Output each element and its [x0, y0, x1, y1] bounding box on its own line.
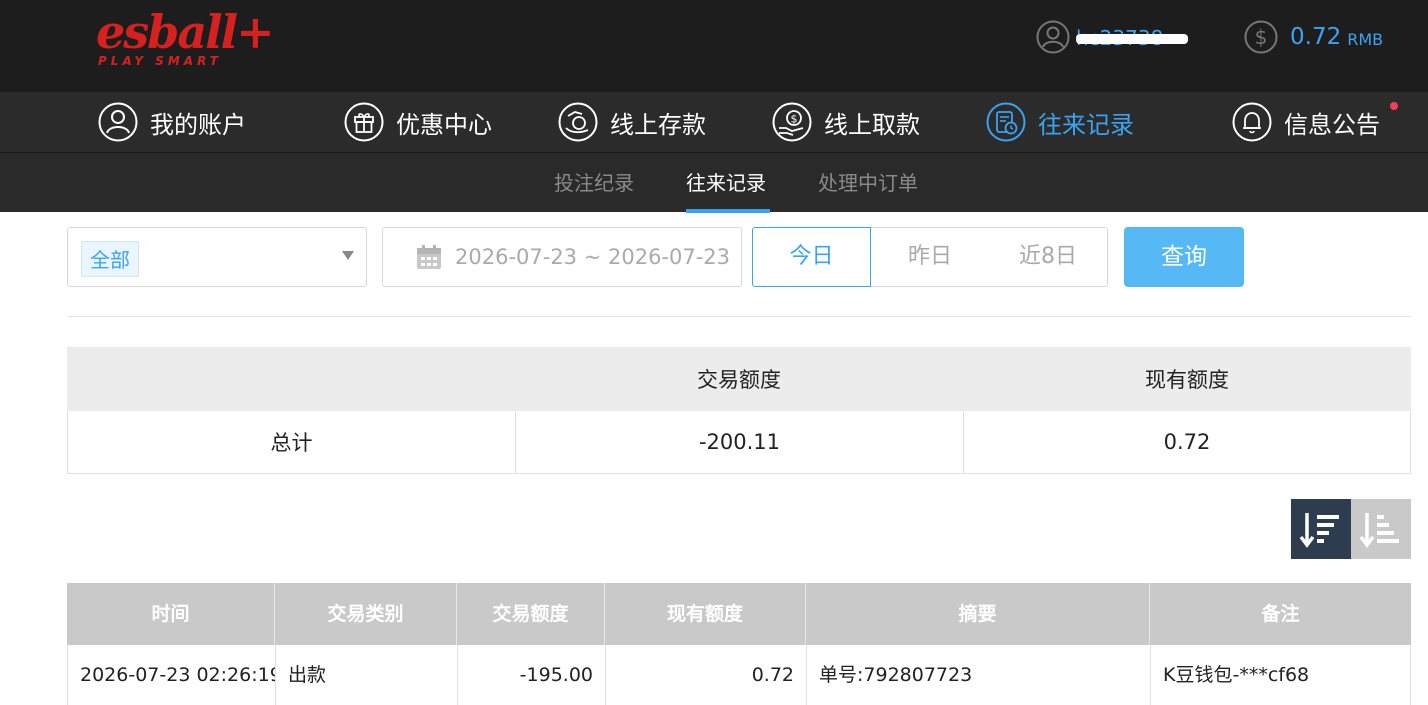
summary-total-label: 总计 — [270, 431, 313, 455]
cell-type: 出款 — [276, 645, 458, 705]
column-header-type: 交易类别 — [275, 583, 457, 645]
sort-ascending-button[interactable] — [1351, 499, 1411, 559]
nav-item-announcements[interactable]: 信息公告 — [1232, 92, 1380, 152]
cell-time: 2026-07-23 02:26:19 — [68, 645, 276, 705]
logo-text: esball+ — [96, 5, 275, 59]
nav-label: 我的账户 — [150, 110, 246, 139]
notification-dot — [1390, 102, 1398, 110]
nav-item-withdraw[interactable]: $ 线上取款 — [772, 92, 920, 152]
calendar-icon — [417, 245, 441, 269]
nav-item-deposit[interactable]: 线上存款 — [558, 92, 706, 152]
summary-header-balance: 现有额度 — [1145, 368, 1229, 392]
cell-balance: 0.72 — [606, 645, 807, 705]
tab-transaction-records[interactable]: 往来记录 — [686, 153, 766, 213]
divider — [67, 316, 1411, 317]
deposit-icon — [558, 102, 598, 142]
record-icon — [986, 102, 1026, 142]
sort-descending-icon — [1299, 513, 1339, 548]
date-range-picker[interactable]: 2026-07-23 ~ 2026-07-23 — [382, 227, 742, 287]
nav-label: 往来记录 — [1038, 110, 1134, 139]
sort-descending-button[interactable] — [1291, 499, 1351, 559]
summary-header: 交易额度 现有额度 — [67, 347, 1411, 411]
balance-currency: RMB — [1347, 29, 1384, 49]
svg-text:$: $ — [1255, 25, 1268, 49]
cell-note: K豆钱包-***cf68 — [1163, 664, 1310, 686]
user-icon — [98, 102, 138, 142]
user-icon — [1036, 20, 1070, 54]
transaction-type-select[interactable]: 全部 — [67, 227, 367, 287]
summary-row: 总计 -200.11 0.72 — [67, 411, 1411, 474]
nav-label: 优惠中心 — [396, 110, 492, 139]
last-8-days-button[interactable]: 近8日 — [989, 227, 1108, 287]
username-redaction — [1076, 34, 1188, 44]
main-nav: 我的账户 优惠中心 线上存款 $ 线上取款 往来记录 信息公告 — [0, 92, 1428, 152]
summary-header-amount: 交易额度 — [697, 368, 781, 392]
search-button[interactable]: 查询 — [1124, 227, 1244, 287]
table-row: 2026-07-23 02:26:19 出款 -195.00 0.72 单号:7… — [67, 645, 1411, 705]
esball-logo[interactable]: esball+ PLAY SMART — [96, 6, 275, 70]
column-header-balance: 现有额度 — [605, 583, 806, 645]
column-header-time: 时间 — [67, 583, 275, 645]
nav-item-records[interactable]: 往来记录 — [986, 92, 1134, 152]
balance-info: $ 0.72 RMB — [1244, 20, 1383, 54]
sub-nav: 投注纪录 往来记录 处理中订单 — [0, 152, 1428, 213]
records-table-header: 时间 交易类别 交易额度 现有额度 摘要 备注 — [67, 583, 1411, 645]
date-range-text: 2026-07-23 ~ 2026-07-23 — [455, 245, 731, 269]
dollar-coin-icon: $ — [1244, 20, 1278, 54]
today-button[interactable]: 今日 — [752, 227, 871, 287]
summary-total-amount: -200.11 — [515, 411, 963, 473]
nav-item-my-account[interactable]: 我的账户 — [98, 92, 246, 152]
nav-label: 信息公告 — [1284, 110, 1380, 139]
tab-bet-records[interactable]: 投注纪录 — [554, 153, 634, 213]
svg-text:$: $ — [791, 113, 798, 126]
withdraw-icon: $ — [772, 102, 812, 142]
selected-type-tag: 全部 — [81, 241, 139, 277]
active-tab-indicator — [686, 209, 770, 213]
cell-amount: -195.00 — [458, 645, 606, 705]
nav-label: 线上存款 — [610, 110, 706, 139]
gift-icon — [344, 102, 384, 142]
column-header-summary: 摘要 — [806, 583, 1150, 645]
bell-icon — [1232, 102, 1272, 142]
nav-item-promotions[interactable]: 优惠中心 — [344, 92, 492, 152]
summary-total-balance: 0.72 — [963, 411, 1410, 473]
caret-down-icon — [342, 251, 354, 260]
summary-header-blank — [67, 347, 515, 411]
username: hc23738 — [1076, 26, 1188, 48]
cell-summary: 单号:792807723 — [807, 645, 1151, 705]
nav-label: 线上取款 — [824, 110, 920, 139]
balance-amount: 0.72 — [1290, 24, 1342, 50]
column-header-amount: 交易额度 — [457, 583, 605, 645]
column-header-note: 备注 — [1261, 603, 1300, 625]
user-info[interactable]: hc23738 — [1036, 20, 1188, 54]
yesterday-button[interactable]: 昨日 — [871, 227, 990, 287]
sort-ascending-icon — [1359, 513, 1399, 548]
top-header: esball+ PLAY SMART hc23738 $ 0.72 RMB — [0, 0, 1428, 92]
logo-tagline: PLAY SMART — [98, 54, 222, 68]
tab-pending-orders[interactable]: 处理中订单 — [818, 153, 918, 213]
